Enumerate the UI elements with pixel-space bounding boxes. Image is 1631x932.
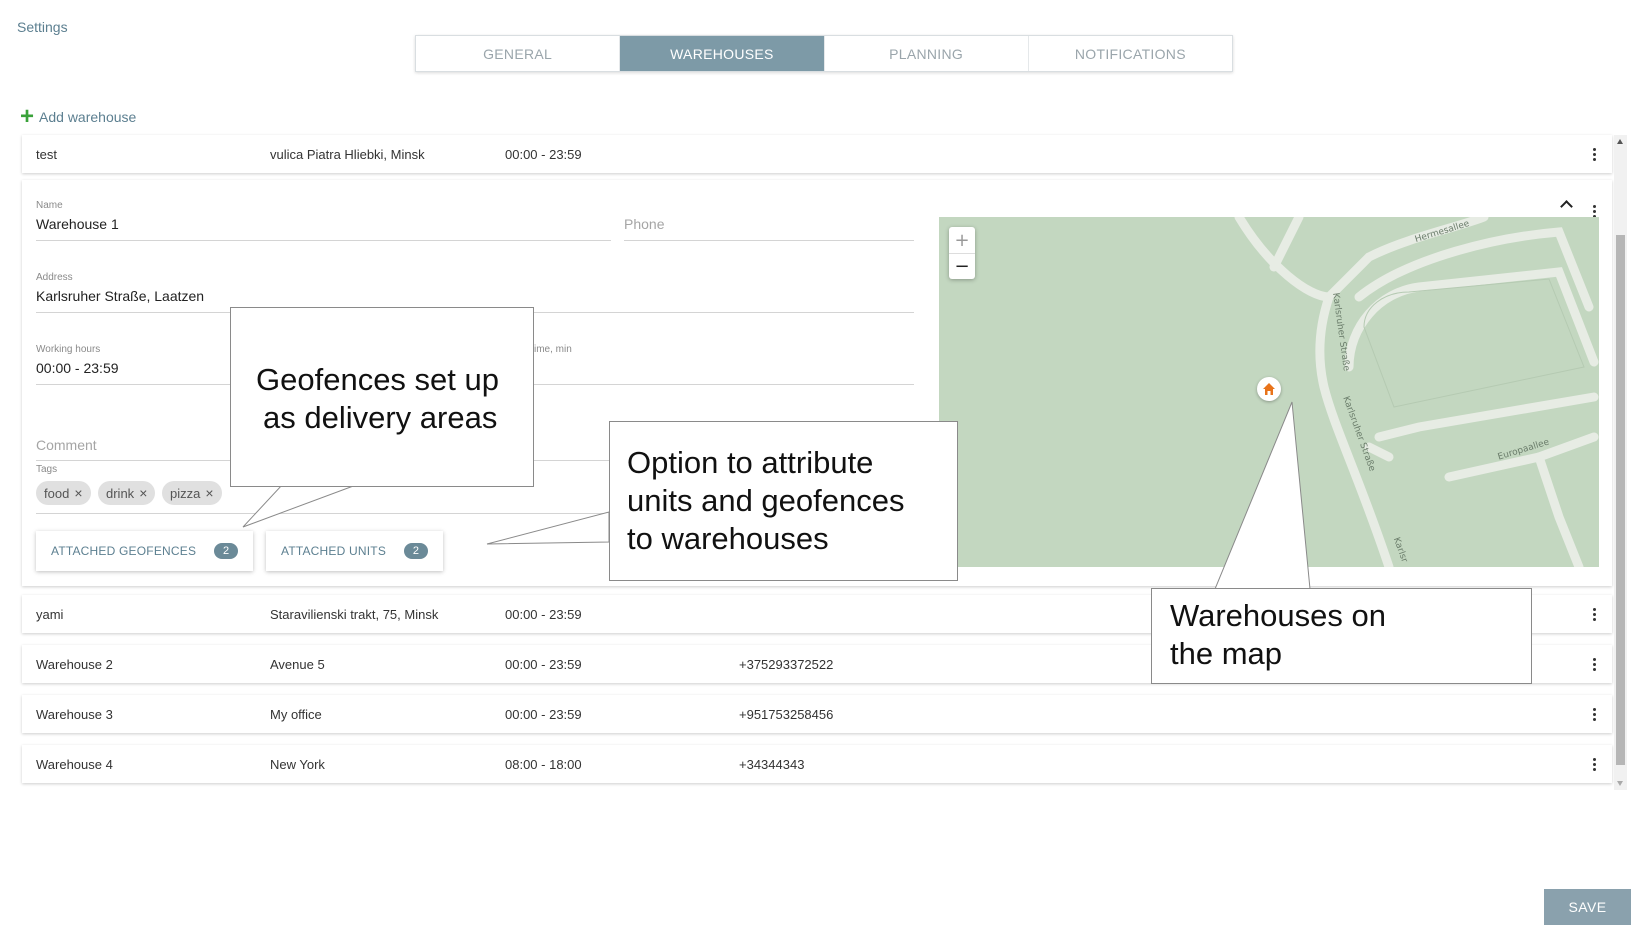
attached-geofences-count: 2 (214, 543, 239, 559)
kebab-icon[interactable] (1588, 755, 1600, 773)
tag-text: drink (106, 485, 135, 501)
callout-map: Warehouses on the map (1151, 588, 1532, 684)
close-icon[interactable]: × (205, 485, 213, 501)
warehouse-hours: 00:00 - 23:59 (505, 606, 582, 622)
warehouse-hours: 00:00 - 23:59 (505, 706, 582, 722)
warehouse-name: yami (36, 606, 64, 622)
warehouse-address: Avenue 5 (270, 656, 325, 672)
close-icon[interactable]: × (74, 485, 82, 501)
working-hours-label: Working hours (36, 344, 101, 355)
zoom-in-button[interactable]: + (949, 227, 975, 253)
tab-warehouses[interactable]: WAREHOUSES (620, 36, 825, 71)
warehouse-address: My office (270, 706, 322, 722)
warehouse-hours: 08:00 - 18:00 (505, 756, 582, 772)
warehouse-address: New York (270, 756, 325, 772)
warehouse-address: vulica Piatra Hliebki, Minsk (270, 146, 425, 162)
warehouse-name: test (36, 146, 57, 162)
warehouse-name: Warehouse 2 (36, 656, 113, 672)
tag-chip: drink × (98, 481, 156, 505)
warehouse-phone: +375293372522 (739, 656, 834, 672)
address-label: Address (36, 272, 73, 283)
attached-units-label: ATTACHED UNITS (281, 544, 387, 558)
tag-text: pizza (170, 485, 201, 501)
kebab-icon[interactable] (1588, 605, 1600, 623)
warehouse-address: Staravilienski trakt, 75, Minsk (270, 606, 439, 622)
plus-icon: + (20, 103, 35, 130)
callout-attribute: Option to attribute units and geofences … (609, 421, 958, 581)
address-input[interactable]: Karlsruher Straße, Laatzen (36, 288, 204, 304)
callout-text: Option to attribute (627, 445, 874, 480)
warehouse-row[interactable]: test vulica Piatra Hliebki, Minsk 00:00 … (22, 135, 1612, 173)
attached-units-button[interactable]: ATTACHED UNITS 2 (266, 531, 444, 571)
tag-chip: food × (36, 481, 91, 505)
attached-units-count: 2 (404, 543, 429, 559)
zoom-out-button[interactable]: − (949, 253, 975, 279)
scrollbar-thumb[interactable] (1616, 235, 1625, 765)
warehouse-phone: +951753258456 (739, 706, 834, 722)
working-hours-input[interactable]: 00:00 - 23:59 (36, 360, 119, 376)
scroll-up-icon[interactable] (1617, 139, 1623, 144)
tags-label: Tags (36, 464, 58, 475)
warehouse-row[interactable]: Warehouse 3 My office 00:00 - 23:59 +951… (22, 695, 1612, 733)
attached-geofences-button[interactable]: ATTACHED GEOFENCES 2 (36, 531, 254, 571)
kebab-icon[interactable] (1588, 655, 1600, 673)
tab-notifications[interactable]: NOTIFICATIONS (1029, 36, 1232, 71)
scroll-down-icon[interactable] (1617, 781, 1623, 786)
comment-input[interactable]: Comment (36, 437, 97, 453)
callout-text: units and geofences (627, 483, 905, 518)
callout-text: Warehouses on (1170, 598, 1386, 633)
warehouse-name: Warehouse 3 (36, 706, 113, 722)
page-title: Settings (17, 19, 68, 35)
callout-text: to warehouses (627, 521, 829, 556)
callout-text: Geofences set up (256, 362, 499, 397)
name-label: Name (36, 200, 63, 211)
callout-text: the map (1170, 636, 1283, 671)
warehouse-hours: 00:00 - 23:59 (505, 146, 582, 162)
attached-geofences-label: ATTACHED GEOFENCES (51, 544, 197, 558)
service-time-label: ime, min (534, 344, 572, 355)
callout-text: as delivery areas (263, 400, 498, 435)
warehouse-hours: 00:00 - 23:59 (505, 656, 582, 672)
warehouse-name: Warehouse 4 (36, 756, 113, 772)
warehouse-row[interactable]: Warehouse 4 New York 08:00 - 18:00 +3434… (22, 745, 1612, 783)
scrollbar[interactable] (1614, 135, 1627, 790)
map[interactable]: Hermesallee Karlsruher Straße Karlsruher… (939, 217, 1599, 567)
chevron-up-icon[interactable] (1558, 196, 1574, 212)
tabs-bar: GENERAL WAREHOUSES PLANNING NOTIFICATION… (415, 35, 1233, 72)
kebab-icon[interactable] (1588, 145, 1600, 163)
save-button[interactable]: SAVE (1544, 889, 1631, 925)
close-icon[interactable]: × (139, 485, 147, 501)
warehouse-phone: +34344343 (739, 756, 805, 772)
tab-general[interactable]: GENERAL (416, 36, 621, 71)
tag-text: food (44, 485, 70, 501)
add-warehouse-label: Add warehouse (39, 109, 137, 125)
callout-geofences: Geofences set up as delivery areas (230, 307, 534, 487)
tag-chip: pizza × (162, 481, 222, 505)
name-input[interactable]: Warehouse 1 (36, 216, 119, 232)
phone-input[interactable]: Phone (624, 216, 664, 232)
kebab-icon[interactable] (1588, 705, 1600, 723)
tab-planning[interactable]: PLANNING (825, 36, 1029, 71)
add-warehouse-button[interactable]: + Add warehouse (20, 103, 137, 130)
zoom-control: + − (949, 227, 975, 279)
home-pin-icon[interactable] (1257, 377, 1281, 401)
